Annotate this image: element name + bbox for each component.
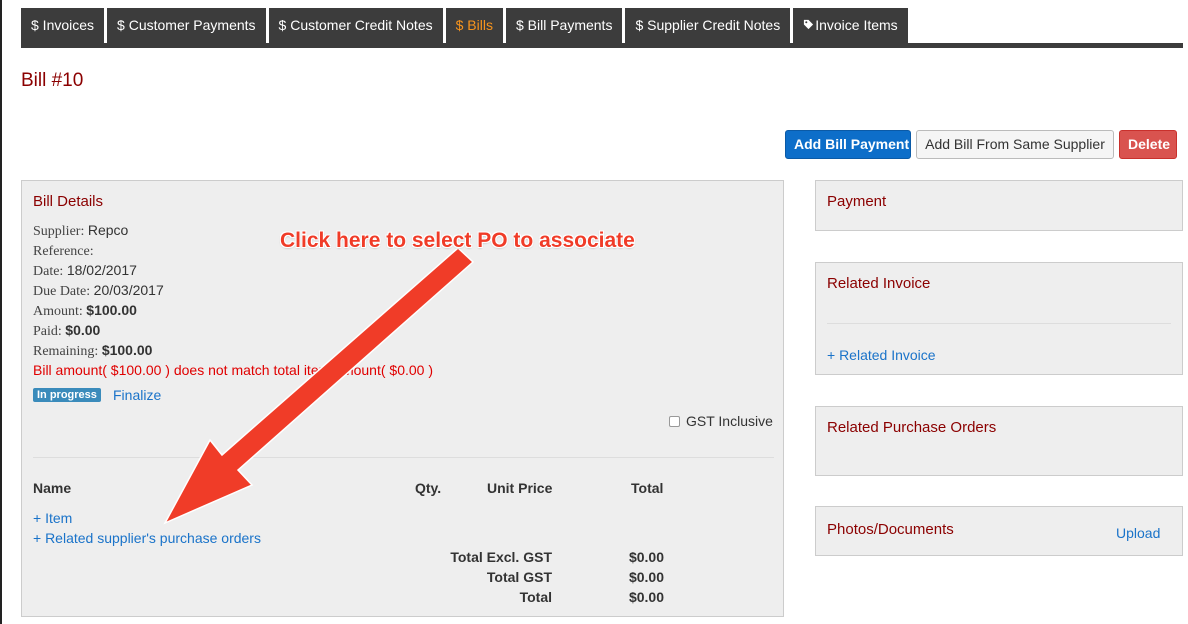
upload-link[interactable]: Upload <box>1116 525 1160 541</box>
remaining-row: Remaining: $100.00 <box>33 342 152 360</box>
tab-invoice-items[interactable]: Invoice Items <box>793 8 908 43</box>
total-excl-gst-value: $0.00 <box>628 549 664 565</box>
supplier-row: Supplier: Repco <box>33 222 128 240</box>
related-invoice-divider <box>827 323 1171 324</box>
finalize-link[interactable]: Finalize <box>113 387 161 403</box>
grand-total-label: Total <box>519 589 552 605</box>
total-gst-label: Total GST <box>486 569 552 585</box>
col-header-unit-price: Unit Price <box>487 480 553 496</box>
related-supplier-po-link[interactable]: + Related supplier's purchase orders <box>33 530 261 546</box>
gst-inclusive-checkbox[interactable] <box>669 416 680 427</box>
amount-label: Amount: <box>33 304 83 319</box>
paid-row: Paid: $0.00 <box>33 322 100 340</box>
reference-label: Reference: <box>33 244 94 259</box>
tag-icon <box>803 8 815 43</box>
due-date-label: Due Date: <box>33 284 91 299</box>
date-label: Date: <box>33 264 64 279</box>
payment-title: Payment <box>827 193 887 210</box>
tab-customer-credit-notes[interactable]: $ Customer Credit Notes <box>268 8 443 43</box>
supplier-value: Repco <box>87 222 129 238</box>
total-excl-gst-label: Total Excl. GST <box>450 549 552 565</box>
related-invoice-title: Related Invoice <box>827 275 931 292</box>
add-item-link[interactable]: + Item <box>33 510 72 526</box>
due-date-row: Due Date: 20/03/2017 <box>33 282 164 300</box>
supplier-label: Supplier: <box>33 224 85 239</box>
remaining-value: $100.00 <box>101 342 153 358</box>
section-divider <box>33 457 774 458</box>
gst-inclusive-label: GST Inclusive <box>686 413 773 429</box>
related-invoice-panel: Related Invoice + Related Invoice <box>815 262 1183 375</box>
related-po-title: Related Purchase Orders <box>827 419 997 436</box>
amount-mismatch-warning: Bill amount( $100.00 ) does not match to… <box>33 362 433 378</box>
reference-row: Reference: <box>33 242 94 260</box>
paid-value: $0.00 <box>65 322 101 338</box>
tab-bills[interactable]: $ Bills <box>445 8 503 43</box>
status-badge: In progress <box>33 388 101 402</box>
photos-documents-title: Photos/Documents <box>827 521 954 538</box>
add-bill-same-supplier-button[interactable]: Add Bill From Same Supplier <box>916 130 1114 159</box>
tab-bill-payments[interactable]: $ Bill Payments <box>505 8 623 43</box>
date-row: Date: 18/02/2017 <box>33 262 137 280</box>
grand-total-value: $0.00 <box>628 589 664 605</box>
paid-label: Paid: <box>33 324 62 339</box>
gst-inclusive-toggle[interactable]: GST Inclusive <box>669 413 773 429</box>
window-edge <box>0 0 2 624</box>
tab-invoice-items-label: Invoice Items <box>815 17 898 33</box>
tab-customer-payments[interactable]: $ Customer Payments <box>107 8 266 43</box>
bill-details-title: Bill Details <box>33 193 104 210</box>
add-bill-payment-button[interactable]: Add Bill Payment <box>785 130 911 159</box>
col-header-name: Name <box>33 480 72 496</box>
col-header-total: Total <box>631 480 664 496</box>
photos-documents-panel: Photos/Documents Upload <box>815 506 1183 556</box>
date-value: 18/02/2017 <box>66 262 137 278</box>
tab-invoices[interactable]: $ Invoices <box>21 8 105 43</box>
amount-row: Amount: $100.00 <box>33 302 137 320</box>
col-header-qty: Qty. <box>415 480 442 496</box>
add-related-invoice-link[interactable]: + Related Invoice <box>827 347 936 363</box>
payment-panel: Payment <box>815 180 1183 231</box>
delete-button[interactable]: Delete <box>1119 130 1177 159</box>
page-title: Bill #10 <box>21 70 84 91</box>
annotation-text: Click here to select PO to associate <box>280 229 635 252</box>
total-gst-value: $0.00 <box>628 569 664 585</box>
due-date-value: 20/03/2017 <box>93 282 164 298</box>
amount-value: $100.00 <box>86 302 137 318</box>
tab-bar: $ Invoices $ Customer Payments $ Custome… <box>21 8 908 43</box>
remaining-label: Remaining: <box>33 344 99 359</box>
tab-supplier-credit-notes[interactable]: $ Supplier Credit Notes <box>625 8 791 43</box>
tab-underline <box>21 43 1183 48</box>
related-po-panel: Related Purchase Orders <box>815 406 1183 476</box>
